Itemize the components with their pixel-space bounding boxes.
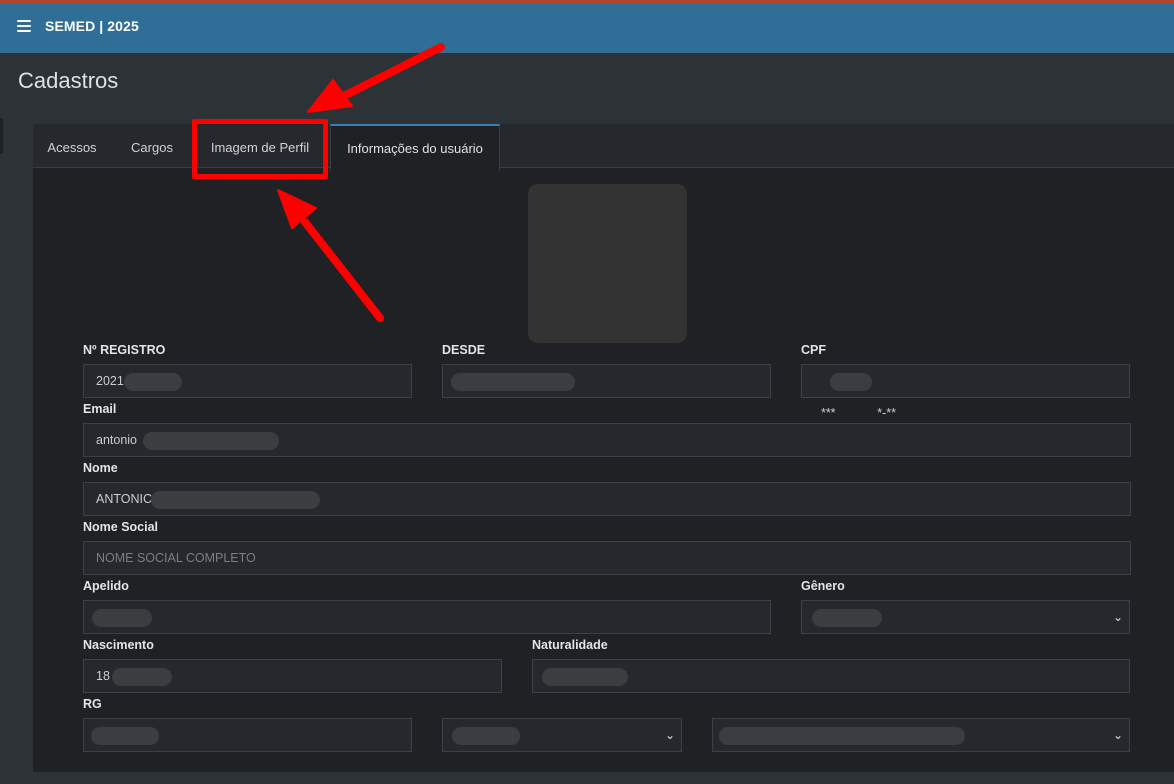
tab-informacoes-do-usuario[interactable]: Informações do usuário	[330, 124, 500, 171]
nome-label: Nome	[83, 461, 118, 475]
annotation-highlight-box	[192, 119, 328, 179]
tab-cargos[interactable]: Cargos	[117, 124, 187, 168]
nome-value: ANTONIC	[96, 492, 153, 506]
email-label: Email	[83, 402, 117, 416]
sidebar-edge	[0, 118, 3, 154]
annotation-arrow-top	[307, 43, 445, 113]
page-title: Cadastros	[18, 68, 119, 93]
cpf-field[interactable]: *** *-**	[801, 364, 1130, 420]
nome-social-field[interactable]: NOME SOCIAL COMPLETO	[83, 541, 1131, 575]
redacted-mask	[92, 609, 152, 627]
redacted-mask	[451, 373, 575, 391]
profile-image-placeholder	[528, 184, 687, 343]
rg-uf-select[interactable]: ⌄	[712, 718, 1130, 752]
rg-label: RG	[83, 697, 102, 711]
genero-select[interactable]: ⌄	[801, 600, 1130, 634]
naturalidade-field[interactable]	[532, 659, 1130, 693]
redacted-mask	[719, 727, 965, 745]
rg-field[interactable]	[83, 718, 412, 752]
cpf-value: *** *-**	[820, 406, 896, 420]
top-navbar	[0, 3, 1174, 53]
desde-label: DESDE	[442, 343, 486, 357]
desde-field[interactable]	[442, 364, 771, 398]
registro-field[interactable]: 2021	[83, 364, 412, 398]
redacted-mask	[124, 373, 182, 391]
email-value: antonio	[96, 433, 138, 447]
redacted-mask	[112, 668, 172, 686]
cpf-label: CPF	[801, 343, 826, 357]
apelido-label: Apelido	[83, 579, 129, 593]
redacted-mask	[91, 727, 159, 745]
nome-social-label: Nome Social	[83, 520, 159, 534]
redacted-mask	[143, 432, 279, 450]
chevron-down-icon: ⌄	[1112, 610, 1123, 624]
hamburger-menu-icon[interactable]	[17, 20, 31, 32]
apelido-field[interactable]	[83, 600, 771, 634]
redacted-mask	[151, 491, 320, 509]
registro-value: 2021	[96, 374, 124, 388]
nome-social-placeholder: NOME SOCIAL COMPLETO	[96, 551, 256, 565]
redacted-mask	[452, 727, 520, 745]
redacted-mask	[812, 609, 882, 627]
nascimento-field[interactable]: 18	[83, 659, 502, 693]
app-title: SEMED | 2025	[45, 18, 139, 34]
naturalidade-label: Naturalidade	[532, 638, 608, 652]
genero-label: Gênero	[801, 579, 845, 593]
redacted-mask	[542, 668, 628, 686]
chevron-down-icon: ⌄	[664, 728, 675, 742]
tab-acessos[interactable]: Acessos	[33, 124, 111, 168]
nascimento-label: Nascimento	[83, 638, 154, 652]
nome-field[interactable]: ANTONIC	[83, 482, 1131, 516]
rg-orgao-select[interactable]: ⌄	[442, 718, 682, 752]
nascimento-value: 18	[96, 669, 110, 683]
email-field[interactable]: antonio	[83, 423, 1131, 457]
redacted-mask	[830, 373, 872, 391]
chevron-down-icon: ⌄	[1112, 728, 1123, 742]
registro-label: Nº REGISTRO	[83, 343, 166, 357]
